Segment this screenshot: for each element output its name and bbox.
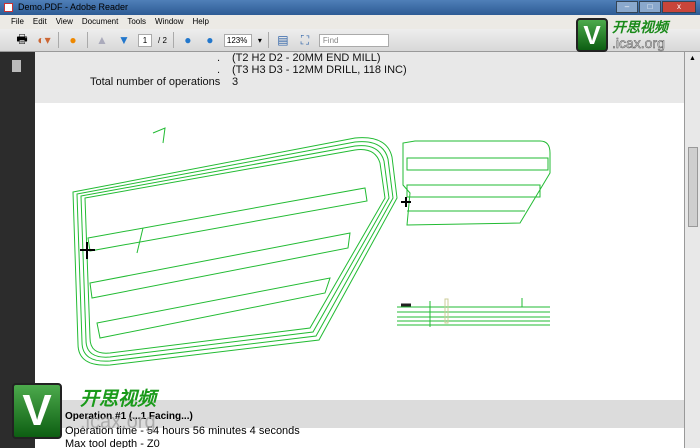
email-icon[interactable]: ◐▾ <box>36 32 52 48</box>
zoom-out-icon[interactable]: ● <box>180 32 196 48</box>
zoom-in-icon[interactable]: ● <box>202 32 218 48</box>
menu-edit[interactable]: Edit <box>33 15 47 29</box>
toolpath-drawing <box>72 127 551 366</box>
menu-help[interactable]: Help <box>193 15 209 29</box>
watermark-logo: V <box>12 383 62 439</box>
part-3-toolpath <box>397 298 550 327</box>
watermark-site: .icax.org <box>80 411 156 433</box>
pages-icon[interactable] <box>12 60 21 72</box>
fit-width-icon[interactable]: ▤ <box>275 32 291 48</box>
part-1-toolpath <box>72 127 398 366</box>
chevron-down-icon[interactable]: ▾ <box>258 36 262 45</box>
minimize-button[interactable]: – <box>616 1 638 13</box>
bullet: . <box>217 52 221 64</box>
page-total: / 2 <box>158 35 167 45</box>
menu-document[interactable]: Document <box>82 15 118 29</box>
separator <box>87 32 88 48</box>
scroll-thumb[interactable] <box>688 147 698 227</box>
menu-view[interactable]: View <box>56 15 73 29</box>
zoom-level-select[interactable]: 123% <box>223 33 252 47</box>
title-bar: Demo.PDF - Adobe Reader – □ x <box>0 0 700 15</box>
separator <box>172 32 174 48</box>
watermark-bottom: V 开思视频 .icax.org <box>12 383 156 439</box>
total-ops-value: 3 <box>232 76 239 88</box>
collaborate-icon[interactable]: ● <box>65 32 81 48</box>
adobe-reader-icon <box>4 3 13 12</box>
window-title: Demo.PDF - Adobe Reader <box>18 2 129 12</box>
maximize-button[interactable]: □ <box>639 1 661 13</box>
tool-line: (T2 H2 D2 - 20MM END MILL) <box>232 52 381 64</box>
page-number-input[interactable]: 1 <box>138 33 152 47</box>
operations-summary: . (T2 H2 D2 - 20MM END MILL) . (T3 H3 D3… <box>35 52 684 103</box>
separator <box>267 32 269 48</box>
bullet: . <box>217 64 221 76</box>
menu-file[interactable]: File <box>11 15 24 29</box>
watermark-chinese: 开思视频 <box>612 19 668 35</box>
watermark-chinese: 开思视频 <box>80 389 157 410</box>
menu-window[interactable]: Window <box>155 15 183 29</box>
close-button[interactable]: x <box>662 1 696 13</box>
origin-markers <box>80 197 411 259</box>
part-2-toolpath <box>402 140 551 226</box>
previous-page-icon[interactable]: ▲ <box>94 32 110 48</box>
vertical-scrollbar[interactable]: ▲ <box>684 52 700 448</box>
find-input[interactable]: Find <box>318 33 389 47</box>
tool-line: (T3 H3 D3 - 12MM DRILL, 118 INC) <box>232 64 407 76</box>
watermark-site: .icax.org <box>612 35 665 52</box>
watermark-top: V 开思视频 .icax.org <box>576 18 668 52</box>
max-tool-depth: Max tool depth - Z0 <box>65 438 160 448</box>
menu-tools[interactable]: Tools <box>127 15 146 29</box>
print-icon[interactable]: 🖶 <box>14 32 30 48</box>
scroll-up-arrow[interactable]: ▲ <box>685 52 700 66</box>
watermark-logo: V <box>576 18 608 52</box>
total-ops-label: Total number of operations <box>90 76 221 88</box>
fit-page-icon[interactable]: ⛶ <box>297 32 313 48</box>
next-page-icon[interactable]: ▼ <box>116 32 132 48</box>
separator <box>58 32 59 48</box>
